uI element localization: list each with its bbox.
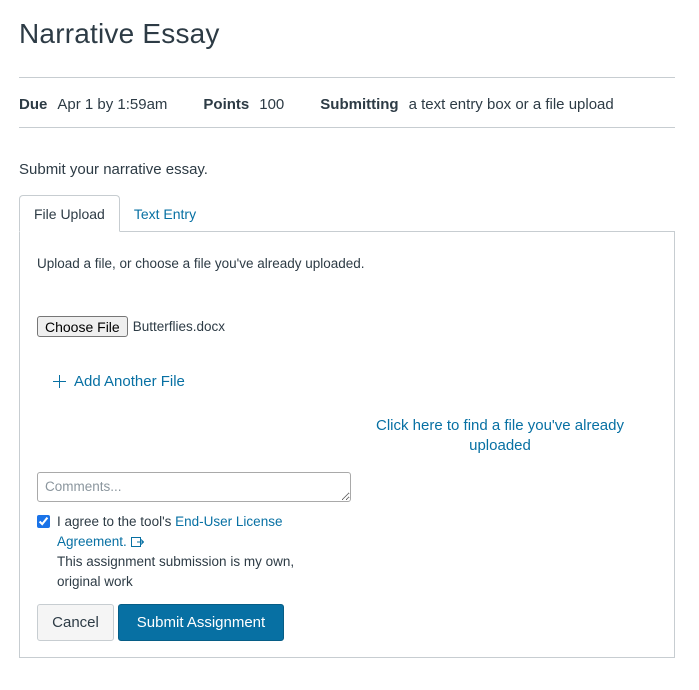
external-link-icon <box>130 537 144 547</box>
submitting-group: Submitting a text entry box or a file up… <box>320 96 613 113</box>
submission-tabs: File Upload Text Entry <box>19 195 210 232</box>
assignment-page: Narrative Essay Due Apr 1 by 1:59am Poin… <box>0 0 699 690</box>
agree-note: This assignment submission is my own, or… <box>57 554 295 589</box>
due-group: Due Apr 1 by 1:59am <box>19 96 167 113</box>
due-value: Apr 1 by 1:59am <box>57 95 168 113</box>
find-uploaded-file-link[interactable]: Click here to find a file you've already… <box>360 416 640 456</box>
file-input-row: Choose File Butterflies.docx <box>37 316 225 337</box>
page-title: Narrative Essay <box>19 18 220 49</box>
points-group: Points 100 <box>203 96 284 113</box>
file-upload-panel: Upload a file, or choose a file you've a… <box>19 231 675 658</box>
selected-file-name: Butterflies.docx <box>132 319 225 334</box>
agree-checkbox[interactable] <box>37 515 50 528</box>
cancel-button[interactable]: Cancel <box>37 604 114 641</box>
add-another-file-label: Add Another File <box>74 373 185 390</box>
choose-file-button[interactable]: Choose File <box>37 316 128 337</box>
plus-icon <box>53 375 66 388</box>
due-label: Due <box>19 95 48 113</box>
comments-input[interactable] <box>37 472 351 502</box>
points-value: 100 <box>259 95 285 113</box>
add-another-file-link[interactable]: Add Another File <box>53 373 185 390</box>
tab-file-upload[interactable]: File Upload <box>19 195 120 232</box>
eula-agreement: I agree to the tool's End-User License A… <box>37 512 327 592</box>
agree-prefix: I agree to the tool's <box>57 514 176 529</box>
points-label: Points <box>203 95 250 113</box>
divider-top <box>19 77 675 78</box>
submit-assignment-button[interactable]: Submit Assignment <box>118 604 284 641</box>
submitting-label: Submitting <box>320 95 399 113</box>
submitting-value: a text entry box or a file upload <box>408 95 614 113</box>
assignment-instructions: Submit your narrative essay. <box>19 161 208 178</box>
divider-bottom <box>19 127 675 128</box>
agree-text: I agree to the tool's End-User License A… <box>57 512 327 592</box>
upload-prompt: Upload a file, or choose a file you've a… <box>37 256 365 271</box>
assignment-details: Due Apr 1 by 1:59am Points 100 Submittin… <box>19 94 614 114</box>
tab-text-entry[interactable]: Text Entry <box>120 195 210 232</box>
